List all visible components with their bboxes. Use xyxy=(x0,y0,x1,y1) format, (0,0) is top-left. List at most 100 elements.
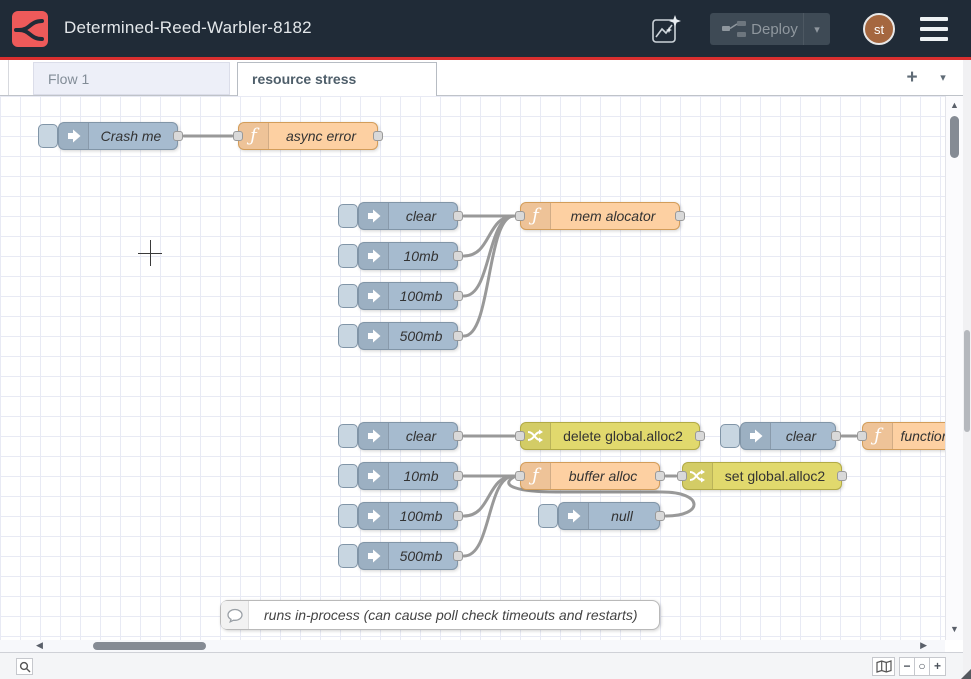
inject-trigger-button[interactable] xyxy=(338,424,358,448)
inject-arrow-icon xyxy=(359,203,389,229)
node-delete-global-alloc2[interactable]: delete global.alloc2 xyxy=(520,422,700,450)
node-null[interactable]: null xyxy=(558,502,660,530)
node-label: 500mb xyxy=(389,323,453,349)
inject-arrow-icon xyxy=(359,323,389,349)
node-label: 10mb xyxy=(389,463,453,489)
inject-trigger-button[interactable] xyxy=(338,204,358,228)
wire-10mb-1-to-mem-alocator[interactable] xyxy=(464,216,514,256)
user-avatar[interactable]: st xyxy=(863,13,895,45)
zoom-in-button[interactable]: + xyxy=(930,658,945,675)
output-port[interactable] xyxy=(453,471,463,481)
output-port[interactable] xyxy=(837,471,847,481)
output-port[interactable] xyxy=(695,431,705,441)
node-clear-3[interactable]: clear xyxy=(740,422,836,450)
inject-trigger-button[interactable] xyxy=(338,544,358,568)
zoom-out-button[interactable]: − xyxy=(900,658,915,675)
flow-canvas[interactable]: Crash me ƒasync error clear 10mb 100mb 500mb ƒ… xyxy=(0,96,945,640)
output-port[interactable] xyxy=(453,511,463,521)
node-label: function xyxy=(893,423,945,449)
output-port[interactable] xyxy=(655,511,665,521)
input-port[interactable] xyxy=(515,431,525,441)
inject-arrow-icon xyxy=(359,543,389,569)
comment-node-comment[interactable]: runs in-process (can cause poll check ti… xyxy=(220,600,660,630)
scroll-down-icon[interactable]: ▼ xyxy=(950,624,959,634)
node-500mb-1[interactable]: 500mb xyxy=(358,322,458,350)
deploy-nodes-icon xyxy=(722,21,746,37)
input-port[interactable] xyxy=(857,431,867,441)
flowfuse-logo-glyph xyxy=(12,11,48,47)
output-port[interactable] xyxy=(453,211,463,221)
node-label: delete global.alloc2 xyxy=(551,423,695,449)
node-clear-2[interactable]: clear xyxy=(358,422,458,450)
deploy-button[interactable]: Deploy ▾ xyxy=(710,13,830,45)
scroll-up-icon[interactable]: ▲ xyxy=(950,100,959,110)
deploy-caret-icon[interactable]: ▾ xyxy=(804,23,830,36)
horizontal-scrollbar[interactable]: ◀ ▶ xyxy=(0,640,945,652)
inject-trigger-button[interactable] xyxy=(338,504,358,528)
input-port[interactable] xyxy=(515,471,525,481)
flowfuse-logo[interactable] xyxy=(12,11,48,47)
flow-list-caret-icon[interactable]: ▾ xyxy=(932,69,954,87)
node-label: runs in-process (can cause poll check ti… xyxy=(251,601,655,629)
inject-arrow-icon xyxy=(359,463,389,489)
node-set-global-alloc2[interactable]: set global.alloc2 xyxy=(682,462,842,490)
instance-title: Determined-Reed-Warbler-8182 xyxy=(64,18,312,38)
browser-scrollbar-thumb[interactable] xyxy=(964,330,970,432)
node-10mb-1[interactable]: 10mb xyxy=(358,242,458,270)
node-label: clear xyxy=(389,423,453,449)
hamburger-menu-icon[interactable] xyxy=(920,17,948,41)
output-port[interactable] xyxy=(453,431,463,441)
window-resize-grip[interactable] xyxy=(961,669,971,679)
node-10mb-2[interactable]: 10mb xyxy=(358,462,458,490)
output-port[interactable] xyxy=(453,291,463,301)
node-clear-1[interactable]: clear xyxy=(358,202,458,230)
inject-trigger-button[interactable] xyxy=(720,424,740,448)
scroll-left-icon[interactable]: ◀ xyxy=(36,640,43,651)
output-port[interactable] xyxy=(173,131,183,141)
node-async-error[interactable]: ƒasync error xyxy=(238,122,378,150)
input-port[interactable] xyxy=(233,131,243,141)
node-crash-me[interactable]: Crash me xyxy=(58,122,178,150)
node-buffer-alloc[interactable]: ƒbuffer alloc xyxy=(520,462,660,490)
tab-flow-1[interactable]: Flow 1 xyxy=(33,62,230,95)
tab-scroll-left[interactable] xyxy=(0,60,9,95)
navigator-map-icon[interactable] xyxy=(872,657,895,676)
inject-trigger-button[interactable] xyxy=(338,324,358,348)
inject-trigger-button[interactable] xyxy=(338,284,358,308)
add-flow-button[interactable]: + xyxy=(900,66,924,90)
output-port[interactable] xyxy=(675,211,685,221)
node-red-editor-window: Determined-Reed-Warbler-8182 Deploy ▾ st xyxy=(0,0,971,679)
output-port[interactable] xyxy=(453,251,463,261)
inject-trigger-button[interactable] xyxy=(338,244,358,268)
output-port[interactable] xyxy=(373,131,383,141)
scroll-right-icon[interactable]: ▶ xyxy=(920,640,927,651)
inject-trigger-button[interactable] xyxy=(338,464,358,488)
flow-tab-bar: Flow 1 resource stress + ▾ xyxy=(0,60,963,96)
tab-resource-stress[interactable]: resource stress xyxy=(237,62,437,96)
output-port[interactable] xyxy=(655,471,665,481)
search-icon[interactable] xyxy=(16,658,33,675)
node-mem-alocator[interactable]: ƒmem alocator xyxy=(520,202,680,230)
node-label: clear xyxy=(389,203,453,229)
inject-trigger-button[interactable] xyxy=(38,124,58,148)
horizontal-scrollbar-thumb[interactable] xyxy=(93,642,206,650)
vertical-scrollbar[interactable]: ▲ ▼ xyxy=(945,96,963,640)
node-100mb-2[interactable]: 100mb xyxy=(358,502,458,530)
node-500mb-2[interactable]: 500mb xyxy=(358,542,458,570)
output-port[interactable] xyxy=(453,331,463,341)
input-port[interactable] xyxy=(677,471,687,481)
node-function[interactable]: ƒfunction xyxy=(862,422,945,450)
output-port[interactable] xyxy=(831,431,841,441)
menu-bar xyxy=(920,27,948,31)
input-port[interactable] xyxy=(515,211,525,221)
vertical-scrollbar-thumb[interactable] xyxy=(950,116,959,158)
wire-100mb-2-to-buffer-alloc[interactable] xyxy=(464,476,514,516)
function-icon: ƒ xyxy=(521,463,551,489)
inject-trigger-button[interactable] xyxy=(538,504,558,528)
node-100mb-1[interactable]: 100mb xyxy=(358,282,458,310)
node-label: Crash me xyxy=(89,123,173,149)
assistant-icon[interactable] xyxy=(650,13,682,45)
browser-scrollbar[interactable] xyxy=(963,60,971,679)
zoom-reset-button[interactable]: ○ xyxy=(915,658,930,675)
output-port[interactable] xyxy=(453,551,463,561)
